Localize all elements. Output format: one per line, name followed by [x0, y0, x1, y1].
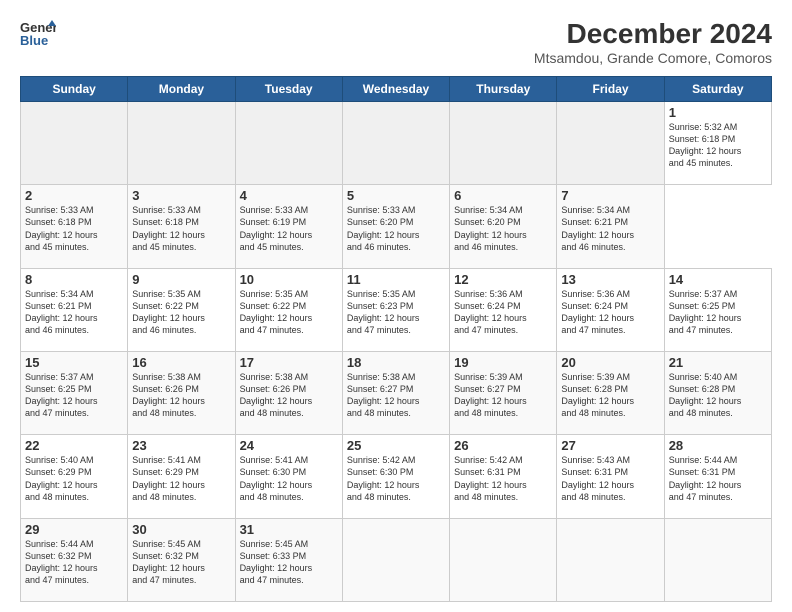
day-2: 2 Sunrise: 5:33 AMSunset: 6:18 PMDayligh… — [21, 185, 128, 268]
week-row-3: 8 Sunrise: 5:34 AMSunset: 6:21 PMDayligh… — [21, 268, 772, 351]
day-19: 19 Sunrise: 5:39 AMSunset: 6:27 PMDaylig… — [450, 351, 557, 434]
day-6: 6 Sunrise: 5:34 AMSunset: 6:20 PMDayligh… — [450, 185, 557, 268]
empty-cell — [664, 518, 771, 601]
empty-cell — [21, 102, 128, 185]
day-13: 13 Sunrise: 5:36 AMSunset: 6:24 PMDaylig… — [557, 268, 664, 351]
day-16: 16 Sunrise: 5:38 AMSunset: 6:26 PMDaylig… — [128, 351, 235, 434]
col-wednesday: Wednesday — [342, 77, 449, 102]
week-row-6: 29 Sunrise: 5:44 AMSunset: 6:32 PMDaylig… — [21, 518, 772, 601]
day-9: 9 Sunrise: 5:35 AMSunset: 6:22 PMDayligh… — [128, 268, 235, 351]
day-8: 8 Sunrise: 5:34 AMSunset: 6:21 PMDayligh… — [21, 268, 128, 351]
day-20: 20 Sunrise: 5:39 AMSunset: 6:28 PMDaylig… — [557, 351, 664, 434]
day-30: 30 Sunrise: 5:45 AMSunset: 6:32 PMDaylig… — [128, 518, 235, 601]
empty-cell — [557, 518, 664, 601]
day-4: 4 Sunrise: 5:33 AMSunset: 6:19 PMDayligh… — [235, 185, 342, 268]
day-5: 5 Sunrise: 5:33 AMSunset: 6:20 PMDayligh… — [342, 185, 449, 268]
day-18: 18 Sunrise: 5:38 AMSunset: 6:27 PMDaylig… — [342, 351, 449, 434]
day-17: 17 Sunrise: 5:38 AMSunset: 6:26 PMDaylig… — [235, 351, 342, 434]
svg-text:Blue: Blue — [20, 33, 48, 48]
empty-cell — [235, 102, 342, 185]
day-12: 12 Sunrise: 5:36 AMSunset: 6:24 PMDaylig… — [450, 268, 557, 351]
col-tuesday: Tuesday — [235, 77, 342, 102]
col-friday: Friday — [557, 77, 664, 102]
col-sunday: Sunday — [21, 77, 128, 102]
calendar: Sunday Monday Tuesday Wednesday Thursday… — [20, 76, 772, 602]
subtitle: Mtsamdou, Grande Comore, Comoros — [534, 50, 772, 66]
empty-cell — [128, 102, 235, 185]
day-15: 15 Sunrise: 5:37 AMSunset: 6:25 PMDaylig… — [21, 351, 128, 434]
day-10: 10 Sunrise: 5:35 AMSunset: 6:22 PMDaylig… — [235, 268, 342, 351]
day-26: 26 Sunrise: 5:42 AMSunset: 6:31 PMDaylig… — [450, 435, 557, 518]
day-31: 31 Sunrise: 5:45 AMSunset: 6:33 PMDaylig… — [235, 518, 342, 601]
day-29: 29 Sunrise: 5:44 AMSunset: 6:32 PMDaylig… — [21, 518, 128, 601]
day-1: 1 Sunrise: 5:32 AMSunset: 6:18 PMDayligh… — [664, 102, 771, 185]
title-section: December 2024 Mtsamdou, Grande Comore, C… — [534, 18, 772, 66]
empty-cell — [450, 518, 557, 601]
week-row-1: 1 Sunrise: 5:32 AMSunset: 6:18 PMDayligh… — [21, 102, 772, 185]
week-row-5: 22 Sunrise: 5:40 AMSunset: 6:29 PMDaylig… — [21, 435, 772, 518]
day-25: 25 Sunrise: 5:42 AMSunset: 6:30 PMDaylig… — [342, 435, 449, 518]
day-24: 24 Sunrise: 5:41 AMSunset: 6:30 PMDaylig… — [235, 435, 342, 518]
empty-cell — [557, 102, 664, 185]
empty-cell — [342, 102, 449, 185]
day-14: 14 Sunrise: 5:37 AMSunset: 6:25 PMDaylig… — [664, 268, 771, 351]
col-saturday: Saturday — [664, 77, 771, 102]
header: General Blue December 2024 Mtsamdou, Gra… — [20, 18, 772, 66]
calendar-header-row: Sunday Monday Tuesday Wednesday Thursday… — [21, 77, 772, 102]
week-row-2: 2 Sunrise: 5:33 AMSunset: 6:18 PMDayligh… — [21, 185, 772, 268]
col-monday: Monday — [128, 77, 235, 102]
day-3: 3 Sunrise: 5:33 AMSunset: 6:18 PMDayligh… — [128, 185, 235, 268]
day-11: 11 Sunrise: 5:35 AMSunset: 6:23 PMDaylig… — [342, 268, 449, 351]
logo: General Blue — [20, 18, 56, 48]
day-21: 21 Sunrise: 5:40 AMSunset: 6:28 PMDaylig… — [664, 351, 771, 434]
empty-cell — [342, 518, 449, 601]
empty-cell — [450, 102, 557, 185]
page: General Blue December 2024 Mtsamdou, Gra… — [0, 0, 792, 612]
col-thursday: Thursday — [450, 77, 557, 102]
week-row-4: 15 Sunrise: 5:37 AMSunset: 6:25 PMDaylig… — [21, 351, 772, 434]
day-22: 22 Sunrise: 5:40 AMSunset: 6:29 PMDaylig… — [21, 435, 128, 518]
main-title: December 2024 — [534, 18, 772, 50]
day-28: 28 Sunrise: 5:44 AMSunset: 6:31 PMDaylig… — [664, 435, 771, 518]
day-7: 7 Sunrise: 5:34 AMSunset: 6:21 PMDayligh… — [557, 185, 664, 268]
logo-icon: General Blue — [20, 18, 56, 48]
day-23: 23 Sunrise: 5:41 AMSunset: 6:29 PMDaylig… — [128, 435, 235, 518]
day-27: 27 Sunrise: 5:43 AMSunset: 6:31 PMDaylig… — [557, 435, 664, 518]
